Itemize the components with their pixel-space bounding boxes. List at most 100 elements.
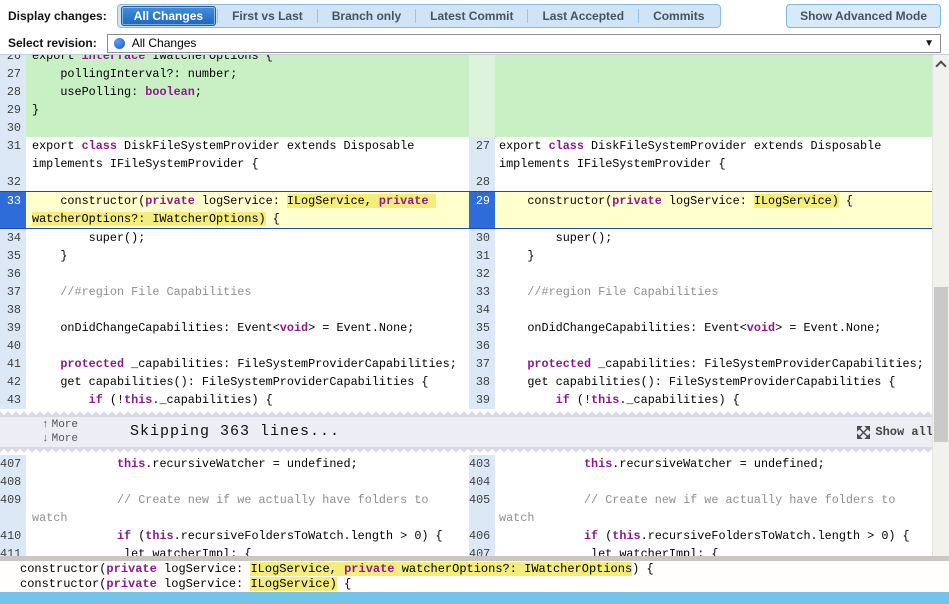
more-up-label: More <box>51 418 79 431</box>
line-number-right[interactable]: 35 <box>469 319 495 337</box>
line-number-right[interactable]: 39 <box>469 391 495 409</box>
diff-row: 40 36 <box>0 337 932 355</box>
vertical-scrollbar[interactable] <box>932 55 949 556</box>
diff-row: 33 constructor(private logService: ILogS… <box>0 191 932 229</box>
line-number-left[interactable]: 41 <box>0 355 26 373</box>
line-number-left[interactable]: 43 <box>0 391 26 409</box>
diff-row: 35 } 31 } <box>0 247 932 265</box>
tear-edge-top <box>0 409 949 417</box>
code-line-right <box>495 55 932 65</box>
line-number-left[interactable]: 411 <box>0 545 26 556</box>
code-line-right: let watcherImpl: { <box>499 547 719 556</box>
line-number-left[interactable]: 27 <box>0 65 26 83</box>
status-bar <box>0 592 949 604</box>
code-line-left: if (!this._capabilities) { <box>88 393 273 407</box>
line-number-right[interactable]: 404 <box>469 473 495 491</box>
code-line-left: let watcherImpl: { <box>32 547 252 556</box>
show-advanced-mode-button[interactable]: Show Advanced Mode <box>786 4 941 28</box>
arrow-down-icon: ↓ <box>42 432 49 445</box>
tear-edge-bottom <box>0 447 949 455</box>
display-mode-button-last-accepted[interactable]: Last Accepted <box>529 6 637 26</box>
scroll-up-button[interactable] <box>935 60 947 72</box>
scroll-down-button[interactable] <box>935 553 947 556</box>
line-number-right[interactable]: 36 <box>469 337 495 355</box>
code-line-right: if (!this._capabilities) { <box>555 393 740 407</box>
diff-row: 31 export class DiskFileSystemProvider ex… <box>0 137 932 173</box>
line-number-left[interactable]: 409 <box>0 491 26 527</box>
line-number-right[interactable]: 38 <box>469 373 495 391</box>
button-separator <box>415 9 417 23</box>
expand-icon <box>857 425 871 439</box>
revision-label: Select revision: <box>8 36 97 50</box>
revision-status-dot-icon <box>113 37 125 49</box>
code-line-left: } <box>32 249 68 263</box>
line-number-right[interactable] <box>469 119 495 137</box>
line-number-right[interactable]: 32 <box>469 265 495 283</box>
line-number-right[interactable]: 33 <box>469 283 495 301</box>
code-line-right <box>495 65 932 83</box>
line-number-left[interactable]: 39 <box>0 319 26 337</box>
display-mode-button-all-changes[interactable]: All Changes <box>120 6 217 26</box>
line-number-right[interactable]: 31 <box>469 247 495 265</box>
code-line-right <box>495 83 932 101</box>
diff-row: 408 404 <box>0 473 932 491</box>
line-number-left[interactable]: 33 <box>0 192 26 228</box>
diff-view: 26 export interface IWatcherOptions {27 p… <box>0 54 949 556</box>
line-number-left[interactable]: 26 <box>0 55 26 65</box>
display-mode-button-commits[interactable]: Commits <box>640 6 717 26</box>
more-up-button[interactable]: ↑ More <box>42 419 78 432</box>
diff-row: 26 export interface IWatcherOptions { <box>0 55 932 65</box>
display-mode-button-branch-only[interactable]: Branch only <box>319 6 414 26</box>
skipped-lines-label: Skipping 363 lines... <box>130 423 341 440</box>
code-line-right <box>495 173 932 191</box>
display-mode-button-first-vs-last[interactable]: First vs Last <box>219 6 316 26</box>
line-number-left[interactable]: 35 <box>0 247 26 265</box>
line-number-left[interactable]: 408 <box>0 473 26 491</box>
diff-row: 409 // Create new if we actually have fo… <box>0 491 932 527</box>
line-number-right[interactable]: 407 <box>469 545 495 556</box>
code-line-right <box>495 101 932 119</box>
line-number-left[interactable]: 37 <box>0 283 26 301</box>
more-down-button[interactable]: ↓ More <box>42 433 78 446</box>
line-number-right[interactable]: 34 <box>469 301 495 319</box>
line-number-right[interactable]: 403 <box>469 455 495 473</box>
line-number-left[interactable]: 28 <box>0 83 26 101</box>
line-number-right[interactable]: 28 <box>469 173 495 191</box>
line-number-left[interactable]: 38 <box>0 301 26 319</box>
line-number-right[interactable] <box>469 55 495 65</box>
code-line-left: export interface IWatcherOptions { <box>26 55 469 65</box>
diff-row: 28 usePolling: boolean; <box>0 83 932 101</box>
line-number-right[interactable]: 37 <box>469 355 495 373</box>
line-number-left[interactable]: 31 <box>0 137 26 173</box>
revision-select[interactable]: All Changes ▼ <box>106 33 941 53</box>
line-number-right[interactable]: 29 <box>469 192 495 228</box>
line-number-right[interactable]: 406 <box>469 527 495 545</box>
code-line-left: super(); <box>32 231 146 245</box>
code-line-left: usePolling: boolean; <box>26 83 469 101</box>
line-number-right[interactable]: 405 <box>469 491 495 527</box>
line-number-left[interactable]: 40 <box>0 337 26 355</box>
line-number-right[interactable]: 27 <box>469 137 495 173</box>
scroll-thumb[interactable] <box>934 287 948 442</box>
arrow-up-icon: ↑ <box>42 418 49 431</box>
preview-line: constructor(private logService: ILogServ… <box>20 562 654 576</box>
line-number-left[interactable]: 30 <box>0 119 26 137</box>
code-line-right <box>495 337 932 355</box>
line-number-right[interactable] <box>469 83 495 101</box>
code-line-right: this.recursiveWatcher = undefined; <box>583 457 825 471</box>
display-mode-button-latest-commit[interactable]: Latest Commit <box>417 6 526 26</box>
diff-row: 41 protected _capabilities: FileSystemPr… <box>0 355 932 373</box>
skip-band: ↑ More ↓ More Skipping 363 lines... Show… <box>0 409 949 455</box>
line-number-left[interactable]: 34 <box>0 229 26 247</box>
line-number-right[interactable] <box>469 101 495 119</box>
line-number-left[interactable]: 407 <box>0 455 26 473</box>
line-number-left[interactable]: 42 <box>0 373 26 391</box>
line-number-left[interactable]: 29 <box>0 101 26 119</box>
line-number-right[interactable]: 30 <box>469 229 495 247</box>
show-all-button[interactable]: Show all <box>857 423 933 441</box>
line-number-left[interactable]: 32 <box>0 173 26 191</box>
line-number-left[interactable]: 410 <box>0 527 26 545</box>
line-number-left[interactable]: 36 <box>0 265 26 283</box>
line-number-right[interactable] <box>469 65 495 83</box>
more-down-label: More <box>51 432 79 445</box>
